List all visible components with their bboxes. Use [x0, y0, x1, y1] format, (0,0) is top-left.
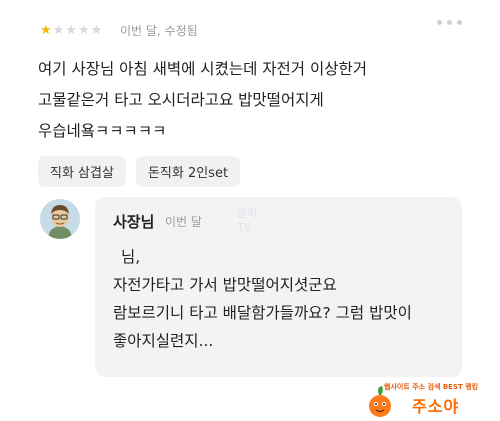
watermark-line: TV	[237, 221, 252, 234]
reply-line: 자전가타고 가서 밥맛떨어지셧군요	[113, 276, 337, 294]
reply-line: 람보르기니 타고 배달함가들까요? 그럼 밥맛이	[113, 304, 412, 322]
logo-name: 주소야	[412, 397, 460, 416]
reply-date: 이번 달	[165, 215, 202, 229]
logo-tagline: 웹사이트 주소 검색 BEST 랭킹	[384, 383, 479, 391]
star-empty-icon: ★	[52, 23, 65, 38]
reply-text: 님, 자전가타고 가서 밥맛떨어지셧군요 람보르기니 타고 배달함가들까요? 그…	[113, 243, 453, 355]
menu-tag[interactable]: 직화 삼겹살	[38, 156, 126, 187]
review-line: 우습네욬ㅋㅋㅋㅋㅋ	[38, 122, 167, 140]
review-line: 고물같은거 타고 오시더라고요 밥맛떨어지게	[38, 91, 324, 109]
review-meta: 이번 달, 수정됨	[120, 24, 198, 38]
site-logo: 웹사이트 주소 검색 BEST 랭킹 주소야	[362, 382, 494, 418]
watermark: 클릭 TV	[237, 207, 257, 235]
owner-avatar	[40, 199, 80, 239]
star-empty-icon: ★	[77, 23, 90, 38]
menu-tag[interactable]: 돈직화 2인set	[135, 156, 241, 187]
reply-line: 님,	[121, 248, 141, 266]
star-rating: ★ ★ ★ ★ ★	[40, 23, 102, 39]
ordered-menu-tags: 직화 삼겹살 돈직화 2인set	[38, 156, 241, 187]
review-text: 여기 사장님 아침 새벽에 시켰는데 자전거 이상한거 고물같은거 타고 오시더…	[38, 54, 478, 147]
star-empty-icon: ★	[90, 23, 103, 38]
reply-line: 좋아지실련지...	[113, 332, 214, 350]
watermark-line: 클릭	[237, 207, 258, 220]
review-line: 여기 사장님 아침 새벽에 시켰는데 자전거 이상한거	[38, 60, 368, 78]
star-filled-icon: ★	[40, 23, 52, 38]
star-empty-icon: ★	[65, 23, 77, 38]
owner-name: 사장님	[113, 213, 155, 231]
more-options-icon[interactable]	[437, 20, 462, 25]
